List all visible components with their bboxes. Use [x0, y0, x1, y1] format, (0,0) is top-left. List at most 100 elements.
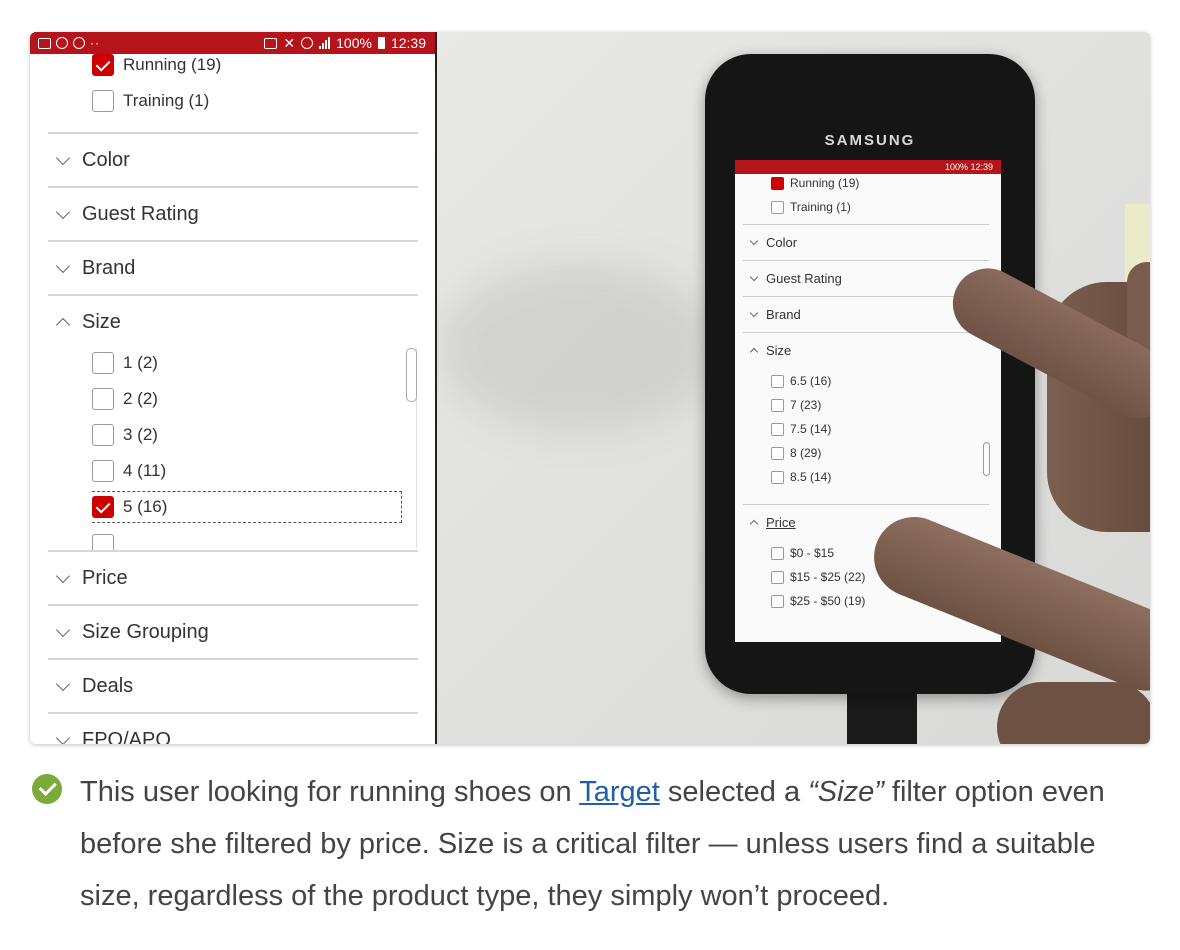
- option-label: 1 (2): [123, 353, 158, 372]
- checkbox-checked[interactable]: [92, 496, 114, 518]
- checkbox-checked: [771, 176, 784, 190]
- checkbox: [771, 446, 784, 460]
- checkbox[interactable]: [92, 90, 114, 112]
- section-label: Guest Rating: [82, 202, 199, 225]
- phone-section-guest-rating: Guest Rating: [743, 260, 989, 296]
- phone-size-option: 8.5 (14): [771, 470, 831, 484]
- phone-size-option: 6.5 (16): [771, 374, 831, 388]
- phone-brand: SAMSUNG: [824, 132, 916, 149]
- option-label: 5 (16): [123, 497, 168, 516]
- section-label: Brand: [82, 256, 136, 279]
- figure: ·· ✕ 100% 12:39 Running (19) Training (1…: [30, 32, 1150, 744]
- checkbox[interactable]: [92, 534, 114, 550]
- more-notifications-icon: ··: [90, 36, 100, 50]
- option-label: 2 (2): [123, 389, 158, 408]
- size-option-4[interactable]: 4 (11): [92, 460, 166, 482]
- option-label: 7.5 (14): [790, 422, 832, 436]
- caption-text: This user looking for running shoes on T…: [80, 766, 1150, 922]
- phone-price-option: $0 - $15: [771, 546, 834, 560]
- checkbox: [771, 398, 784, 412]
- checkbox[interactable]: [92, 352, 114, 374]
- size-option-1[interactable]: 1 (2): [92, 352, 158, 374]
- cast-icon: [264, 37, 278, 49]
- chevron-down-icon: [55, 258, 71, 274]
- section-label: Price: [82, 566, 128, 589]
- size-option-5[interactable]: 5 (16): [92, 491, 402, 523]
- phone-size-option: 8 (29): [771, 446, 821, 460]
- phone-status-bar: 100% 12:39: [735, 160, 1001, 174]
- arm-shadow: [437, 262, 717, 432]
- section-size[interactable]: Size: [48, 294, 418, 348]
- option-label: 8 (29): [790, 446, 822, 460]
- phone-size-option: 7.5 (14): [771, 422, 831, 436]
- section-label: FPO/APO: [82, 728, 171, 745]
- scrollbar-thumb[interactable]: [406, 348, 417, 402]
- hand: [997, 682, 1150, 744]
- phone-section-size: Size: [743, 332, 989, 368]
- section-label: Brand: [766, 307, 801, 322]
- chevron-down-icon: [749, 272, 759, 282]
- section-brand[interactable]: Brand: [48, 240, 418, 294]
- size-option-2[interactable]: 2 (2): [92, 388, 158, 410]
- option-label: Running (19): [123, 55, 222, 74]
- section-fpo-apo[interactable]: FPO/APO: [48, 712, 418, 744]
- option-label: 3 (2): [123, 425, 158, 444]
- target-link[interactable]: Target: [579, 776, 660, 808]
- section-label: Color: [766, 235, 798, 250]
- checkbox: [771, 470, 784, 484]
- chevron-down-icon: [55, 622, 71, 638]
- checkbox[interactable]: [92, 388, 114, 410]
- checkbox: [771, 374, 784, 388]
- filter-option-running[interactable]: Running (19): [92, 54, 221, 76]
- filter-screenshot: ·· ✕ 100% 12:39 Running (19) Training (1…: [30, 32, 436, 744]
- section-label: Guest Rating: [766, 271, 842, 286]
- section-deals[interactable]: Deals: [48, 658, 418, 712]
- chevron-up-icon: [749, 347, 759, 357]
- option-label: Training (1): [790, 200, 851, 214]
- checkbox: [771, 594, 784, 608]
- checkbox[interactable]: [92, 424, 114, 446]
- option-label: $25 - $50 (19): [790, 594, 866, 608]
- section-label: Size: [82, 310, 121, 333]
- section-guest-rating[interactable]: Guest Rating: [48, 186, 418, 240]
- chevron-up-icon: [749, 519, 759, 529]
- check-circle-icon: [32, 774, 62, 804]
- chevron-down-icon: [55, 204, 71, 220]
- phone-scrollbar-thumb: [983, 442, 990, 476]
- option-label: 7 (23): [790, 398, 822, 412]
- section-size-grouping[interactable]: Size Grouping: [48, 604, 418, 658]
- filter-option-training[interactable]: Training (1): [92, 90, 209, 112]
- phone-option-running: Running (19): [771, 176, 859, 190]
- chevron-down-icon: [55, 730, 71, 744]
- section-label: Size: [766, 343, 792, 358]
- section-label: Deals: [82, 674, 134, 697]
- usability-test-photo: SAMSUNG 100% 12:39 Running (19) Training…: [437, 32, 1150, 744]
- finger: [1127, 262, 1150, 352]
- option-label: 8.5 (14): [790, 470, 832, 484]
- option-label: Running (19): [790, 176, 860, 190]
- size-option-list[interactable]: 1 (2) 2 (2) 3 (2) 4 (11) 5 (16): [92, 350, 412, 550]
- section-price[interactable]: Price: [48, 550, 418, 604]
- battery-percent: 100%: [336, 35, 372, 51]
- phone-option-training: Training (1): [771, 200, 851, 214]
- phone-price-option: $25 - $50 (19): [771, 594, 865, 608]
- alarm-icon: [301, 37, 314, 49]
- clock: 12:39: [390, 35, 426, 51]
- size-option-3[interactable]: 3 (2): [92, 424, 158, 446]
- section-color[interactable]: Color: [48, 132, 418, 186]
- checkbox: [771, 200, 784, 214]
- caption-part: This user looking for running shoes on: [80, 776, 580, 808]
- checkbox: [771, 570, 784, 584]
- battery-icon: [377, 37, 385, 49]
- chevron-down-icon: [749, 236, 759, 246]
- size-option-partial[interactable]: [92, 534, 114, 550]
- chevron-down-icon: [55, 676, 71, 692]
- checkbox: [771, 546, 784, 560]
- chevron-down-icon: [749, 308, 759, 318]
- section-label: Color: [82, 148, 130, 171]
- phone-size-option: 7 (23): [771, 398, 821, 412]
- checkbox[interactable]: [92, 460, 114, 482]
- option-label: $0 - $15: [790, 546, 835, 560]
- section-label: Price: [766, 515, 796, 530]
- checkbox-checked[interactable]: [92, 54, 114, 76]
